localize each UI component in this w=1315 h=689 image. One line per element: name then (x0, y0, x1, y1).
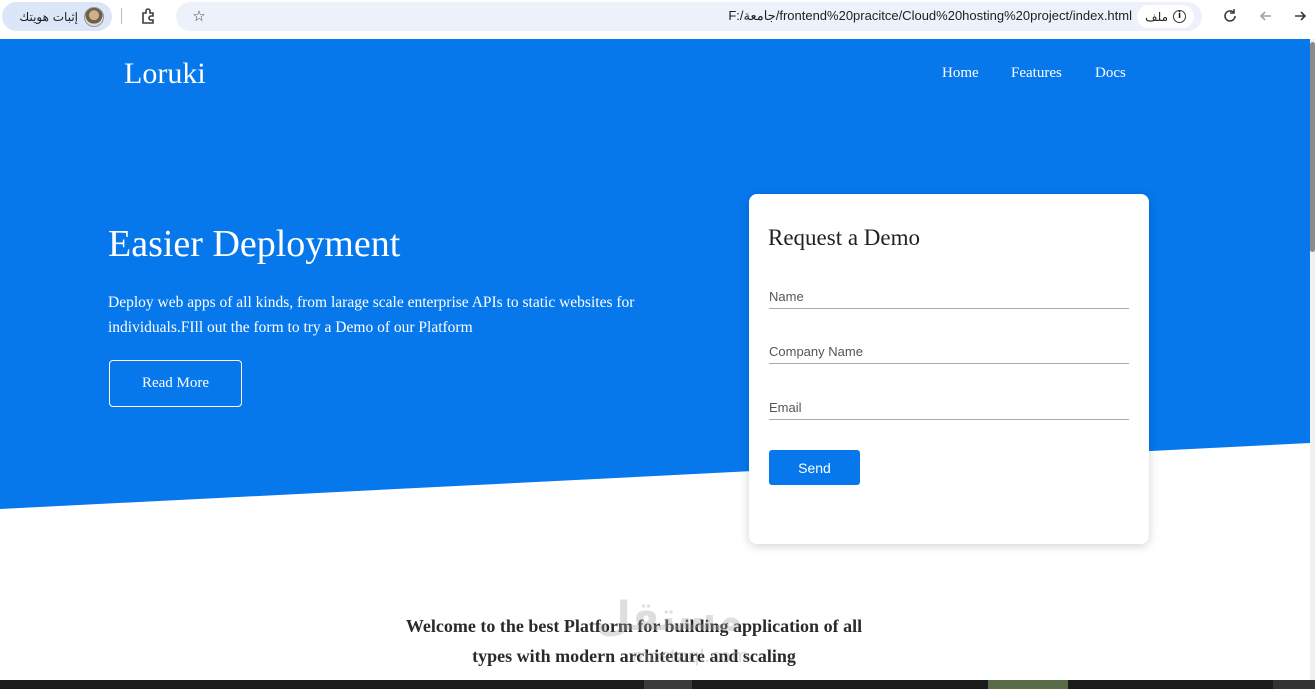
send-button[interactable]: Send (769, 450, 860, 485)
address-bar[interactable]: ☆ F:/جامعة/frontend%20pracitce/Cloud%20h… (176, 2, 1202, 31)
company-name-field[interactable] (769, 340, 1129, 364)
toolbar-divider (121, 8, 122, 24)
taskbar-app-button[interactable] (644, 680, 692, 689)
hero-description: Deploy web apps of all kinds, from larag… (108, 294, 635, 336)
profile-label: إثبات هويتك (19, 9, 78, 24)
taskbar-thumbnail[interactable] (988, 680, 1068, 689)
extensions-icon[interactable] (137, 4, 161, 28)
nav-docs[interactable]: Docs (1095, 65, 1126, 82)
hero-title: Easier Deployment (108, 223, 401, 265)
info-icon: i (1173, 10, 1186, 23)
nav-features[interactable]: Features (1011, 65, 1062, 82)
back-icon[interactable] (1254, 4, 1278, 28)
welcome-text: Welcome to the best Platform for buildin… (405, 616, 863, 666)
bookmark-star-icon[interactable]: ☆ (187, 4, 211, 28)
profile-button[interactable]: إثبات هويتك (2, 2, 112, 31)
browser-toolbar: إثبات هويتك ☆ F:/جامعة/frontend%20pracit… (0, 0, 1315, 39)
email-field[interactable] (769, 396, 1129, 420)
site-chip-label: ملف (1145, 9, 1168, 24)
scrollbar-thumb[interactable] (1310, 42, 1315, 252)
os-taskbar (0, 680, 1315, 689)
forward-icon[interactable] (1288, 4, 1312, 28)
profile-avatar-icon (84, 6, 104, 27)
site-logo[interactable]: Loruki (124, 57, 206, 91)
read-more-button[interactable]: Read More (109, 360, 242, 407)
demo-card-title: Request a Demo (768, 225, 921, 250)
demo-request-card: Request a Demo Send (749, 194, 1149, 544)
reload-icon[interactable] (1218, 4, 1242, 28)
name-field[interactable] (769, 285, 1129, 309)
url-text[interactable]: F:/جامعة/frontend%20pracitce/Cloud%20hos… (728, 8, 1132, 24)
site-info-button[interactable]: ملف i (1137, 5, 1194, 28)
taskbar-tray[interactable] (1273, 680, 1315, 689)
nav-home[interactable]: Home (942, 65, 979, 82)
